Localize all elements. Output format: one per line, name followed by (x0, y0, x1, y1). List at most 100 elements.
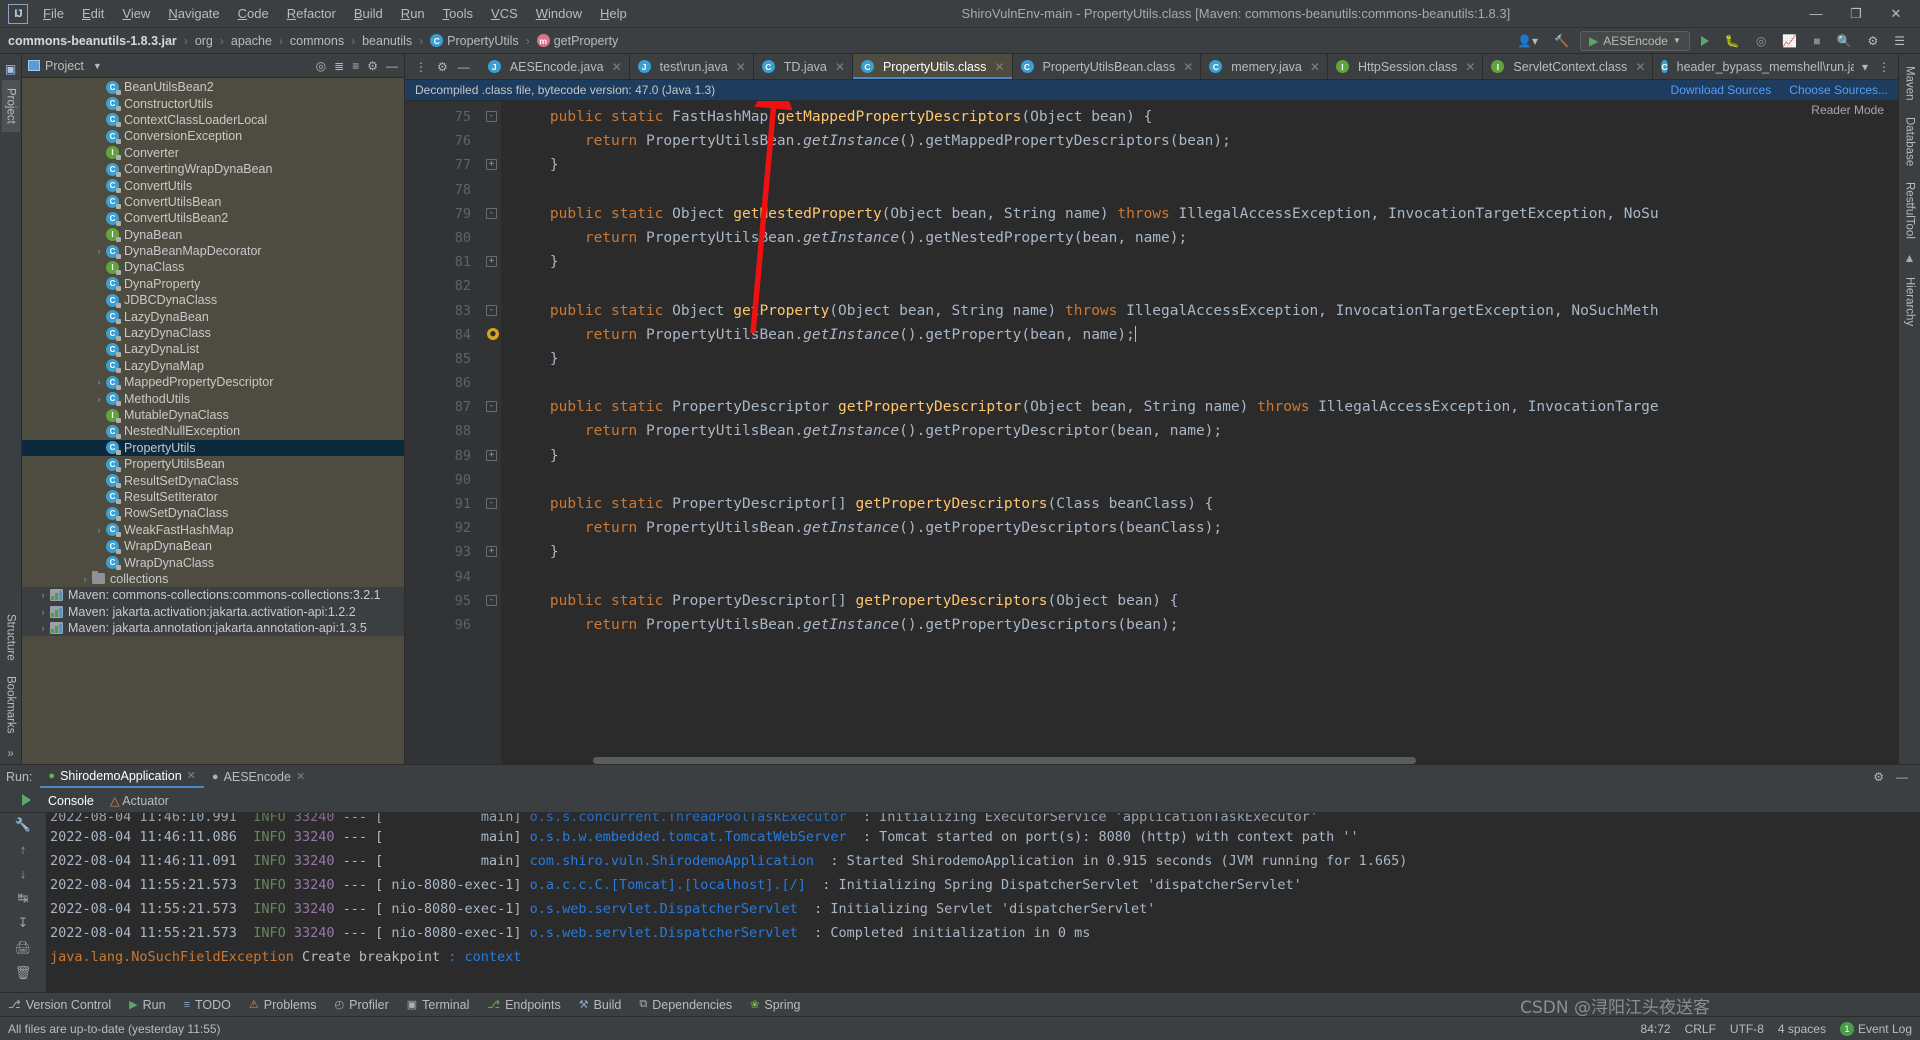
menu-item-tools[interactable]: Tools (434, 2, 482, 25)
locate-icon[interactable]: ◎ (316, 59, 326, 73)
tree-node[interactable]: C RowSetDynaClass (22, 505, 404, 521)
close-icon[interactable]: ✕ (994, 60, 1004, 74)
menu-item-view[interactable]: View (113, 2, 159, 25)
tree-twisty-icon[interactable]: › (36, 607, 50, 617)
profiler-icon[interactable]: 📈 (1777, 32, 1802, 50)
maximize-button[interactable]: ❐ (1836, 1, 1876, 27)
run-button[interactable] (1696, 34, 1714, 48)
gear-icon[interactable]: ⚙ (367, 59, 378, 73)
scroll-down-icon[interactable]: ↓ (14, 866, 32, 881)
sidebar-item-bookmarks[interactable]: Bookmarks (2, 668, 20, 742)
wrench-icon[interactable]: 🔧 (14, 817, 32, 833)
code-line[interactable] (515, 468, 1898, 492)
menu-item-navigate[interactable]: Navigate (159, 2, 228, 25)
line-separator[interactable]: CRLF (1685, 1022, 1716, 1036)
code-line[interactable]: return PropertyUtilsBean.getInstance().g… (515, 129, 1898, 153)
tree-node[interactable]: C ConstructorUtils (22, 95, 404, 112)
fold-toggle-icon[interactable]: - (486, 304, 497, 316)
tree-node[interactable]: C PropertyUtils (22, 439, 404, 456)
sidebar-item-structure[interactable]: Structure (2, 606, 20, 669)
tree-node[interactable]: C WrapDynaBean (22, 538, 404, 554)
fold-toggle-icon[interactable]: - (486, 111, 497, 122)
reader-mode-label[interactable]: Reader Mode (1811, 103, 1884, 117)
editor-tab-httpsession-class[interactable]: I HttpSession.class ✕ (1328, 54, 1484, 79)
tree-node[interactable]: C ResultSetIterator (22, 489, 404, 505)
tree-twisty-icon[interactable]: › (78, 574, 92, 584)
tree-node[interactable]: C LazyDynaMap (22, 358, 404, 374)
tree-node[interactable]: C LazyDynaList (22, 341, 404, 357)
gutter-line[interactable]: 83 - (405, 299, 497, 323)
download-sources-link[interactable]: Download Sources (1671, 83, 1772, 97)
build-hammer-icon[interactable]: 🔨 (1549, 32, 1574, 50)
tree-node[interactable]: C BeanUtilsBean2 (22, 79, 404, 95)
create-breakpoint-hint[interactable]: Create breakpoint (294, 949, 448, 965)
expand-all-icon[interactable]: ≡ (352, 59, 359, 73)
menu-item-file[interactable]: File (34, 2, 73, 25)
fold-toggle-icon[interactable]: - (486, 498, 497, 509)
project-tree[interactable]: C BeanUtilsBean2 C ConstructorUtils C Context… (22, 78, 404, 764)
tree-twisty-icon[interactable]: › (92, 377, 106, 387)
sort-tabs-icon[interactable]: ⋮ (415, 60, 427, 74)
tree-node[interactable]: C ConvertUtilsBean2 (22, 210, 404, 226)
fold-toggle-icon[interactable]: + (486, 159, 497, 171)
code-line[interactable] (515, 274, 1898, 298)
gutter-line[interactable]: 90 (405, 468, 479, 492)
breadcrumb-item-apache[interactable]: apache (229, 32, 274, 50)
editor-tab-aesencode-java[interactable]: J AESEncode.java ✕ (480, 54, 630, 79)
code-line[interactable] (515, 565, 1898, 589)
fold-toggle-icon[interactable]: - (486, 207, 497, 219)
stop-button[interactable]: ■ (1808, 32, 1825, 50)
bottom-bar-problems[interactable]: ⚠ Problems (249, 998, 317, 1012)
tree-node[interactable]: › C WeakFastHashMap (22, 522, 404, 538)
code-view[interactable]: public static FastHashMap getMappedPrope… (501, 101, 1898, 764)
sidebar-item-maven[interactable]: Maven (1901, 58, 1919, 109)
tree-node[interactable]: C ConversionException (22, 128, 404, 144)
editor-tab-test-run-java[interactable]: Jtest\run.java ✕ (630, 54, 754, 79)
fold-toggle-icon[interactable]: - (486, 401, 497, 413)
caret-position[interactable]: 84:72 (1641, 1022, 1671, 1036)
tree-node[interactable]: › collections (22, 570, 404, 587)
gutter-line[interactable]: 77 + (405, 153, 497, 177)
bottom-bar-spring[interactable]: ❀ Spring (750, 998, 800, 1012)
sidebar-item-hierarchy[interactable]: Hierarchy (1901, 269, 1919, 334)
fold-toggle-icon[interactable]: + (486, 256, 497, 268)
menu-item-run[interactable]: Run (392, 2, 434, 25)
tree-node[interactable]: › C MappedPropertyDescriptor (22, 374, 404, 390)
menu-item-edit[interactable]: Edit (73, 2, 113, 25)
menu-item-code[interactable]: Code (229, 2, 278, 25)
gutter-line[interactable]: 76 (405, 129, 479, 153)
hide-editor-icon[interactable]: — (458, 60, 470, 74)
menu-item-help[interactable]: Help (591, 2, 636, 25)
intention-bulb-icon[interactable]: ● (487, 327, 499, 340)
close-icon[interactable]: ✕ (296, 770, 305, 783)
editor-gutter[interactable]: 75 - 76 77 +78 79 - 80 81 +82 83 - 84 ● 85 86 87 - 88 89 +90… (405, 101, 499, 764)
breadcrumb-item-propertyutils[interactable]: C PropertyUtils (428, 32, 521, 50)
file-encoding[interactable]: UTF-8 (1730, 1022, 1764, 1036)
menu-item-window[interactable]: Window (527, 2, 591, 25)
editor-tab-propertyutils-class[interactable]: C PropertyUtils.class ✕ (852, 54, 1013, 79)
gutter-line[interactable]: 89 + (405, 444, 497, 468)
gutter-line[interactable]: 91 - (405, 492, 497, 516)
scrollbar-thumb[interactable] (593, 757, 1416, 764)
choose-sources-link[interactable]: Choose Sources... (1789, 83, 1888, 97)
scroll-up-icon[interactable]: ↑ (14, 842, 32, 857)
scroll-to-end-icon[interactable]: ↧ (14, 915, 32, 931)
close-icon[interactable]: ✕ (835, 60, 845, 74)
fold-column[interactable] (479, 101, 501, 764)
layout-icon[interactable]: ☰ (1889, 32, 1910, 50)
project-panel-title-group[interactable]: Project ▼ (28, 59, 102, 73)
editor-tab-td-java[interactable]: C TD.java ✕ (754, 54, 853, 79)
close-icon[interactable]: ✕ (736, 60, 746, 74)
gutter-line[interactable]: 96 (405, 613, 479, 637)
tree-node[interactable]: C ResultSetDynaClass (22, 472, 404, 489)
code-line[interactable]: } (515, 250, 1898, 274)
tree-node[interactable]: › Maven: jakarta.annotation:jakarta.annot… (22, 619, 404, 637)
tree-node[interactable]: I MutableDynaClass (22, 407, 404, 423)
bottom-bar-profiler[interactable]: ◴ Profiler (335, 998, 389, 1012)
expand-strip-icon[interactable]: » (7, 742, 14, 764)
debug-icon[interactable]: 🐛 (1720, 32, 1745, 50)
breadcrumb-item-commons-beanutils-1-8-3-jar[interactable]: commons-beanutils-1.8.3.jar (6, 32, 179, 50)
bottom-bar-todo[interactable]: ≡ TODO (184, 998, 231, 1012)
gutter-line[interactable]: 84 ● (405, 323, 499, 347)
notifications-icon[interactable]: ▲ (1904, 247, 1916, 269)
